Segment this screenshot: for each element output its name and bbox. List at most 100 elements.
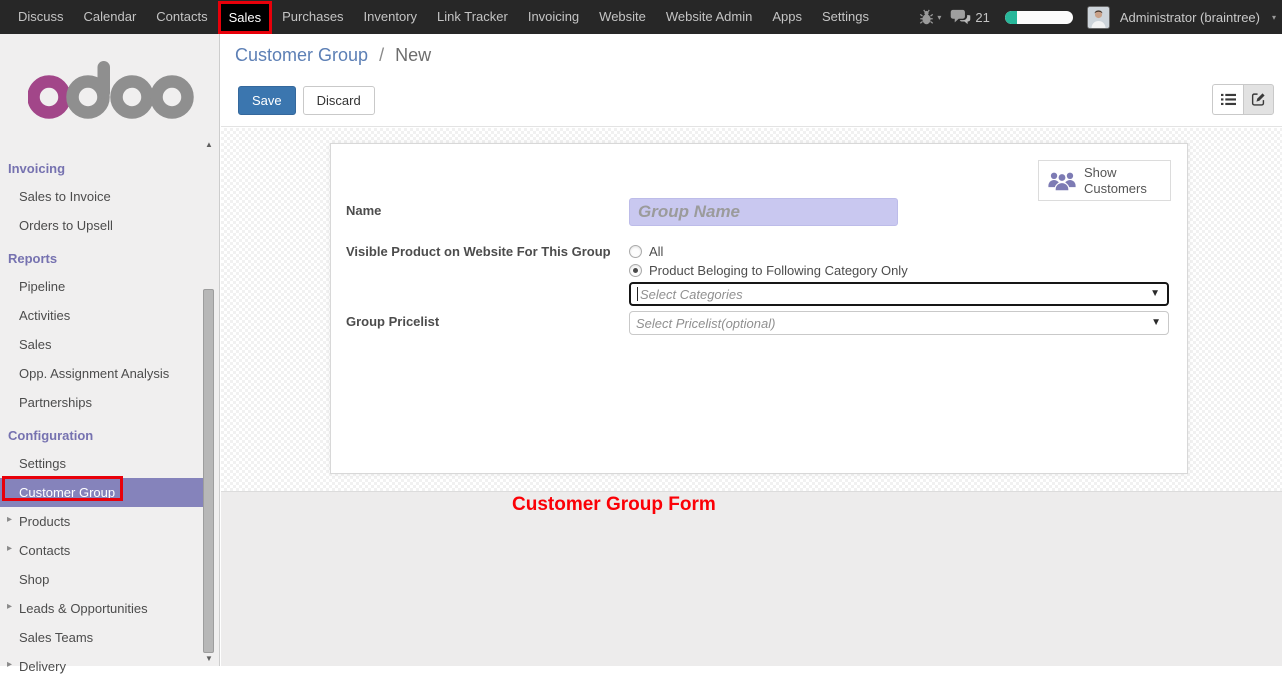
radio-category-icon[interactable] — [629, 264, 642, 277]
breadcrumb: Customer Group / New — [235, 45, 431, 66]
radio-all-label: All — [649, 244, 663, 259]
nav-item-website-admin[interactable]: Website Admin — [656, 0, 762, 34]
sidebar-item-customer-group[interactable]: Customer Group — [0, 478, 204, 507]
pricelist-placeholder: Select Pricelist(optional) — [636, 316, 775, 331]
sidebar-item-label: Delivery — [19, 659, 66, 674]
nav-items: DiscussCalendarContactsSalesPurchasesInv… — [0, 0, 879, 34]
sidebar-item-contacts[interactable]: ▸ Contacts — [0, 536, 204, 565]
sidebar-item-label: Activities — [19, 308, 70, 323]
show-customers-button[interactable]: Show Customers — [1038, 160, 1171, 201]
form-buttons: Save Discard — [238, 86, 375, 115]
visible-product-label: Visible Product on Website For This Grou… — [346, 244, 611, 259]
scroll-up-icon[interactable]: ▲ — [203, 140, 215, 150]
sidebar-section-invoicing: Invoicing — [0, 150, 204, 182]
radio-option-all[interactable]: All — [629, 244, 663, 259]
show-customers-label: Show Customers — [1084, 165, 1154, 196]
control-panel: Customer Group / New Save Discard — [221, 34, 1282, 127]
expand-caret-icon: ▸ — [7, 659, 12, 670]
discard-button[interactable]: Discard — [303, 86, 375, 115]
debug-bug-icon[interactable]: ▾ — [919, 9, 941, 25]
radio-option-category[interactable]: Product Beloging to Following Category O… — [629, 263, 908, 278]
sidebar-menu: Invoicing Sales to Invoice Orders to Upsel… — [0, 150, 204, 681]
user-menu[interactable]: Administrator (braintree) — [1120, 10, 1260, 25]
categories-select[interactable]: Select Categories ▼ — [629, 282, 1169, 306]
messages-button[interactable]: 21 — [950, 9, 989, 25]
nav-item-invoicing[interactable]: Invoicing — [518, 0, 589, 34]
user-avatar[interactable] — [1088, 7, 1109, 28]
categories-placeholder: Select Categories — [640, 287, 743, 302]
scrollbar-thumb[interactable] — [203, 289, 214, 653]
expand-caret-icon: ▸ — [7, 543, 12, 554]
nav-item-link-tracker[interactable]: Link Tracker — [427, 0, 518, 34]
sidebar-item-leads-opportunities[interactable]: ▸ Leads & Opportunities — [0, 594, 204, 623]
breadcrumb-parent-link[interactable]: Customer Group — [235, 45, 368, 65]
sidebar-item-products[interactable]: ▸ Products — [0, 507, 204, 536]
sidebar: Invoicing Sales to Invoice Orders to Upsel… — [0, 34, 220, 666]
sidebar-item-label: Sales — [19, 337, 52, 352]
sidebar-item-shop[interactable]: Shop — [0, 565, 204, 594]
sidebar-item-settings[interactable]: Settings — [0, 449, 204, 478]
nav-item-discuss[interactable]: Discuss — [8, 0, 74, 34]
breadcrumb-current: New — [395, 45, 431, 65]
sidebar-item-label: Settings — [19, 456, 66, 471]
form-view-button[interactable] — [1243, 84, 1274, 115]
sidebar-item-activities[interactable]: Activities — [0, 301, 204, 330]
sidebar-item-pipeline[interactable]: Pipeline — [0, 272, 204, 301]
nav-item-calendar[interactable]: Calendar — [74, 0, 147, 34]
sidebar-section-configuration: Configuration — [0, 417, 204, 449]
sidebar-item-delivery[interactable]: ▸ Delivery — [0, 652, 204, 681]
breadcrumb-separator: / — [379, 45, 384, 65]
navbar-right: ▾ 21 Administrator (braintree) ▾ — [919, 0, 1276, 34]
planner-progressbar[interactable] — [1005, 11, 1073, 24]
sidebar-section-reports: Reports — [0, 240, 204, 272]
dropdown-arrow-icon: ▼ — [1151, 317, 1161, 328]
nav-item-inventory[interactable]: Inventory — [354, 0, 427, 34]
sidebar-item-label: Customer Group — [19, 485, 115, 500]
nav-item-sales[interactable]: Sales — [218, 1, 273, 34]
debug-caret-icon: ▾ — [937, 13, 941, 22]
pricelist-select[interactable]: Select Pricelist(optional) ▼ — [629, 311, 1169, 335]
sidebar-item-label: Sales Teams — [19, 630, 93, 645]
sidebar-item-label: Sales to Invoice — [19, 189, 111, 204]
sidebar-scrollbar: ▲ ▼ — [203, 140, 215, 664]
nav-item-website[interactable]: Website — [589, 0, 656, 34]
nav-item-settings[interactable]: Settings — [812, 0, 879, 34]
list-view-button[interactable] — [1212, 84, 1243, 115]
sidebar-item-label: Orders to Upsell — [19, 218, 113, 233]
dropdown-arrow-icon: ▼ — [1150, 288, 1160, 299]
expand-caret-icon: ▸ — [7, 514, 12, 525]
sidebar-item-opp-assignment-analysis[interactable]: Opp. Assignment Analysis — [0, 359, 204, 388]
messages-count: 21 — [975, 10, 989, 25]
scroll-down-icon[interactable]: ▼ — [203, 654, 215, 664]
top-navbar: DiscussCalendarContactsSalesPurchasesInv… — [0, 0, 1282, 34]
name-field-label: Name — [346, 203, 381, 218]
sidebar-item-sales[interactable]: Sales — [0, 330, 204, 359]
radio-all-icon[interactable] — [629, 245, 642, 258]
main-area: Customer Group / New Save Discard — [221, 34, 1282, 666]
odoo-logo[interactable] — [28, 60, 194, 120]
annotation-caption: Customer Group Form — [512, 494, 1282, 516]
nav-item-purchases[interactable]: Purchases — [272, 0, 353, 34]
group-name-input[interactable] — [629, 198, 898, 226]
form-sheet: Show Customers Name Visible Product on W… — [330, 143, 1188, 474]
expand-caret-icon: ▸ — [7, 601, 12, 612]
sidebar-item-sales-to-invoice[interactable]: Sales to Invoice — [0, 182, 204, 211]
sidebar-item-partnerships[interactable]: Partnerships — [0, 388, 204, 417]
nav-item-contacts[interactable]: Contacts — [146, 0, 217, 34]
sidebar-item-label: Pipeline — [19, 279, 65, 294]
sidebar-item-orders-to-upsell[interactable]: Orders to Upsell — [0, 211, 204, 240]
sidebar-item-label: Contacts — [19, 543, 70, 558]
sidebar-item-sales-teams[interactable]: Sales Teams — [0, 623, 204, 652]
view-switcher — [1212, 84, 1274, 115]
group-pricelist-label: Group Pricelist — [346, 314, 439, 329]
form-view-background: Show Customers Name Visible Product on W… — [221, 128, 1282, 491]
sidebar-item-label: Leads & Opportunities — [19, 601, 148, 616]
sidebar-item-label: Products — [19, 514, 70, 529]
sidebar-item-label: Opp. Assignment Analysis — [19, 366, 169, 381]
nav-item-apps[interactable]: Apps — [762, 0, 812, 34]
user-menu-caret-icon: ▾ — [1272, 13, 1276, 22]
sidebar-item-label: Shop — [19, 572, 49, 587]
save-button[interactable]: Save — [238, 86, 296, 115]
planner-progress-fill — [1005, 11, 1017, 24]
sidebar-item-label: Partnerships — [19, 395, 92, 410]
